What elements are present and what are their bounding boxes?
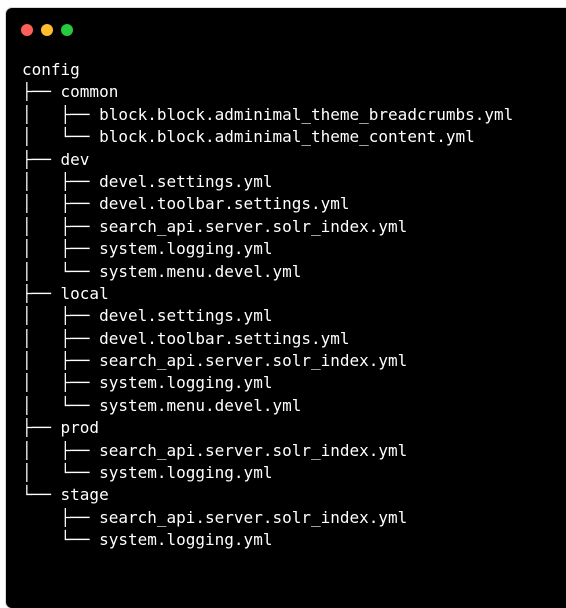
tree-branch-glyph: │ └── bbox=[22, 395, 100, 415]
tree-branch-glyph: │ ├── bbox=[22, 373, 100, 393]
tree-entry-name: search_api.server.solr_index.yml bbox=[99, 507, 408, 527]
tree-branch-glyph: └── bbox=[22, 485, 61, 505]
tree-branch-glyph: ├── bbox=[22, 507, 100, 527]
tree-branch-glyph: ├── bbox=[22, 418, 61, 438]
tree-entry-name: search_api.server.solr_index.yml bbox=[99, 216, 408, 236]
tree-entry-name: common bbox=[60, 82, 119, 102]
tree-branch-glyph: │ ├── bbox=[22, 306, 100, 326]
tree-line: └── stage bbox=[22, 484, 513, 506]
tree-entry-name: search_api.server.solr_index.yml bbox=[99, 440, 408, 460]
tree-branch-glyph: │ ├── bbox=[22, 104, 100, 124]
tree-entry-name: prod bbox=[60, 418, 100, 438]
tree-line: config bbox=[22, 59, 513, 81]
tree-line: │ ├── search_api.server.solr_index.yml bbox=[22, 216, 513, 238]
tree-entry-name: stage bbox=[60, 485, 109, 505]
tree-entry-name: block.block.adminimal_theme_content.yml bbox=[99, 127, 475, 147]
tree-line: │ ├── search_api.server.solr_index.yml bbox=[22, 440, 513, 462]
tree-line: │ ├── search_api.server.solr_index.yml bbox=[22, 350, 513, 372]
tree-entry-name: search_api.server.solr_index.yml bbox=[99, 351, 408, 371]
tree-entry-name: system.logging.yml bbox=[99, 530, 273, 550]
tree-entry-name: dev bbox=[60, 149, 90, 169]
tree-branch-glyph: │ ├── bbox=[22, 440, 100, 460]
tree-branch-glyph: ├── bbox=[22, 149, 61, 169]
tree-branch-glyph: ├── bbox=[22, 283, 61, 303]
tree-entry-name: system.menu.devel.yml bbox=[99, 395, 302, 415]
tree-branch-glyph: └── bbox=[22, 530, 100, 550]
tree-line: │ ├── system.logging.yml bbox=[22, 238, 513, 260]
tree-entry-name: system.logging.yml bbox=[99, 239, 273, 259]
tree-line: │ └── system.menu.devel.yml bbox=[22, 395, 513, 417]
tree-line: └── system.logging.yml bbox=[22, 529, 513, 551]
tree-entry-name: local bbox=[60, 283, 109, 303]
tree-branch-glyph: ├── bbox=[22, 82, 61, 102]
terminal-output: config ├── common │ ├── block.block.admini… bbox=[22, 59, 513, 552]
tree-entry-name: devel.settings.yml bbox=[99, 306, 273, 326]
zoom-button[interactable] bbox=[61, 24, 73, 36]
tree-entry-name: system.logging.yml bbox=[99, 463, 273, 483]
tree-line: │ └── system.menu.devel.yml bbox=[22, 261, 513, 283]
tree-line: ├── dev bbox=[22, 149, 513, 171]
tree-entry-name: devel.toolbar.settings.yml bbox=[99, 194, 350, 214]
tree-line: ├── common bbox=[22, 81, 513, 103]
tree-branch-glyph: │ ├── bbox=[22, 171, 100, 191]
window-controls bbox=[21, 24, 73, 36]
tree-branch-glyph: │ ├── bbox=[22, 194, 100, 214]
tree-entry-name: system.menu.devel.yml bbox=[99, 261, 302, 281]
terminal-window: config ├── common │ ├── block.block.admini… bbox=[6, 8, 566, 608]
minimize-button[interactable] bbox=[41, 24, 53, 36]
tree-branch-glyph: │ ├── bbox=[22, 216, 100, 236]
tree-branch-glyph: │ └── bbox=[22, 127, 100, 147]
tree-root-name: config bbox=[22, 60, 80, 79]
tree-line: │ ├── devel.settings.yml bbox=[22, 305, 513, 327]
tree-line: │ ├── devel.settings.yml bbox=[22, 171, 513, 193]
tree-line: │ └── block.block.adminimal_theme_conten… bbox=[22, 126, 513, 148]
tree-branch-glyph: │ └── bbox=[22, 463, 100, 483]
tree-line: ├── search_api.server.solr_index.yml bbox=[22, 507, 513, 529]
tree-branch-glyph: │ ├── bbox=[22, 328, 100, 348]
tree-entry-name: block.block.adminimal_theme_breadcrumbs.… bbox=[99, 104, 514, 124]
tree-line: │ ├── block.block.adminimal_theme_breadc… bbox=[22, 104, 513, 126]
tree-line: │ ├── devel.toolbar.settings.yml bbox=[22, 193, 513, 215]
tree-line: ├── local bbox=[22, 283, 513, 305]
tree-line: │ ├── devel.toolbar.settings.yml bbox=[22, 328, 513, 350]
tree-line: ├── prod bbox=[22, 417, 513, 439]
tree-line: │ ├── system.logging.yml bbox=[22, 372, 513, 394]
close-button[interactable] bbox=[21, 24, 33, 36]
tree-branch-glyph: │ ├── bbox=[22, 239, 100, 259]
tree-entry-name: devel.settings.yml bbox=[99, 171, 273, 191]
tree-entry-name: system.logging.yml bbox=[99, 373, 273, 393]
tree-entry-name: devel.toolbar.settings.yml bbox=[99, 328, 350, 348]
tree-branch-glyph: │ ├── bbox=[22, 351, 100, 371]
tree-line: │ └── system.logging.yml bbox=[22, 462, 513, 484]
tree-branch-glyph: │ └── bbox=[22, 261, 100, 281]
